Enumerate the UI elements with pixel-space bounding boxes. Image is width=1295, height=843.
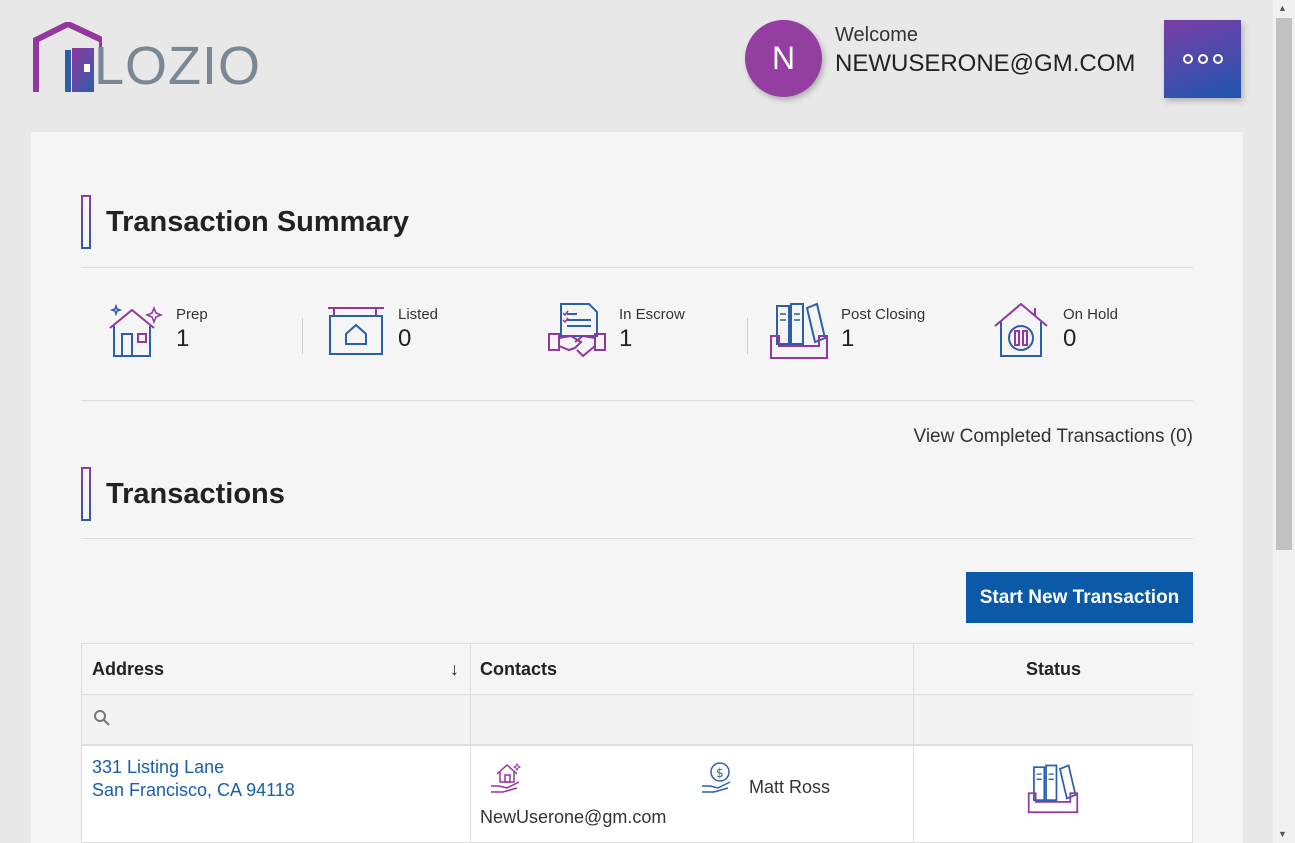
address-line2: San Francisco, CA 94118 — [92, 780, 295, 800]
transactions-table: Address ↓ Contacts Status 331 Listing La… — [81, 643, 1193, 843]
stat-divider — [302, 318, 303, 354]
search-icon — [94, 710, 110, 726]
column-label: Contacts — [480, 658, 558, 679]
svg-text:$: $ — [716, 766, 724, 780]
view-completed-link[interactable]: View Completed Transactions (0) — [914, 426, 1194, 448]
stat-value: 0 — [1063, 325, 1077, 352]
start-new-transaction-button[interactable]: Start New Transaction — [966, 572, 1193, 623]
stat-prep[interactable]: Prep 1 — [104, 300, 208, 360]
hanging-sign-icon — [328, 307, 384, 355]
transactions-title: Transactions — [106, 477, 285, 510]
stat-divider — [747, 318, 748, 354]
welcome-label: Welcome — [835, 24, 918, 46]
main-panel: Transaction Summary Prep 1 Listed 0 In E… — [31, 132, 1243, 843]
stat-label: On Hold — [1063, 306, 1119, 323]
scroll-down-arrow-icon[interactable]: ▼ — [1278, 829, 1287, 839]
stat-label: Prep — [176, 306, 208, 323]
stat-value: 1 — [176, 325, 190, 352]
address-filter[interactable] — [82, 695, 471, 746]
username: NEWUSERONE@GM.COM — [835, 50, 1136, 77]
logo-door-icon — [33, 20, 105, 92]
app-header: LOZIO N Welcome NEWUSERONE@GM.COM — [0, 0, 1273, 132]
column-label: Address — [92, 658, 165, 679]
column-header-address[interactable]: Address ↓ — [82, 644, 471, 695]
dot-icon — [1197, 54, 1208, 64]
summary-title: Transaction Summary — [106, 205, 409, 238]
summary-header: Transaction Summary — [81, 195, 409, 249]
clozio-logo[interactable]: LOZIO — [32, 20, 262, 96]
column-divider — [470, 644, 471, 843]
stat-label: Post Closing — [841, 306, 926, 323]
scroll-up-arrow-icon[interactable]: ▲ — [1278, 3, 1287, 13]
section-accent-bar — [81, 195, 91, 249]
seller-contact: NewUserone@gm.com — [480, 807, 667, 827]
column-label: Status — [1025, 658, 1081, 679]
address-line1: 331 Listing Lane — [92, 757, 225, 777]
stat-label: Listed — [398, 306, 439, 323]
stat-value: 1 — [841, 325, 855, 352]
divider — [81, 538, 1193, 539]
status-filter — [914, 695, 1193, 746]
stat-post-closing[interactable]: Post Closing 1 — [769, 300, 925, 360]
transactions-header: Transactions — [81, 467, 285, 521]
section-accent-bar — [81, 467, 91, 521]
stat-in-escrow[interactable]: In Escrow 1 — [547, 300, 685, 360]
scrollbar-thumb[interactable] — [1276, 18, 1292, 550]
dot-icon — [1182, 54, 1193, 64]
divider — [81, 400, 1193, 401]
house-sparkle-icon — [109, 303, 164, 357]
binders-tray-icon[interactable] — [1027, 762, 1079, 814]
scrollbar[interactable]: ▲ ▼ — [1273, 0, 1295, 843]
stat-label: In Escrow — [619, 306, 685, 323]
stat-value: 1 — [619, 325, 633, 352]
stat-value: 0 — [398, 325, 412, 352]
binders-tray-icon — [770, 302, 828, 359]
buyer-agent-name: Matt Ross — [749, 777, 831, 797]
sort-arrow-icon[interactable]: ↓ — [450, 659, 459, 680]
column-header-status[interactable]: Status — [914, 644, 1193, 695]
handshake-document-icon — [548, 303, 606, 358]
divider — [81, 267, 1193, 268]
avatar[interactable]: N — [745, 20, 822, 97]
dot-icon — [1212, 54, 1223, 64]
buyer-money-hand-icon: $ — [702, 762, 731, 793]
address-link[interactable]: 331 Listing Lane San Francisco, CA 94118 — [92, 756, 295, 802]
stat-listed[interactable]: Listed 0 — [326, 300, 438, 360]
logo-text: LOZIO — [94, 36, 262, 96]
seller-house-hand-icon — [491, 762, 522, 793]
contacts-filter — [471, 695, 914, 746]
stat-on-hold[interactable]: On Hold 0 — [991, 300, 1118, 360]
column-divider — [913, 644, 914, 843]
house-pause-icon — [994, 302, 1048, 357]
column-header-contacts[interactable]: Contacts — [471, 644, 914, 695]
more-menu-button[interactable] — [1164, 20, 1241, 98]
